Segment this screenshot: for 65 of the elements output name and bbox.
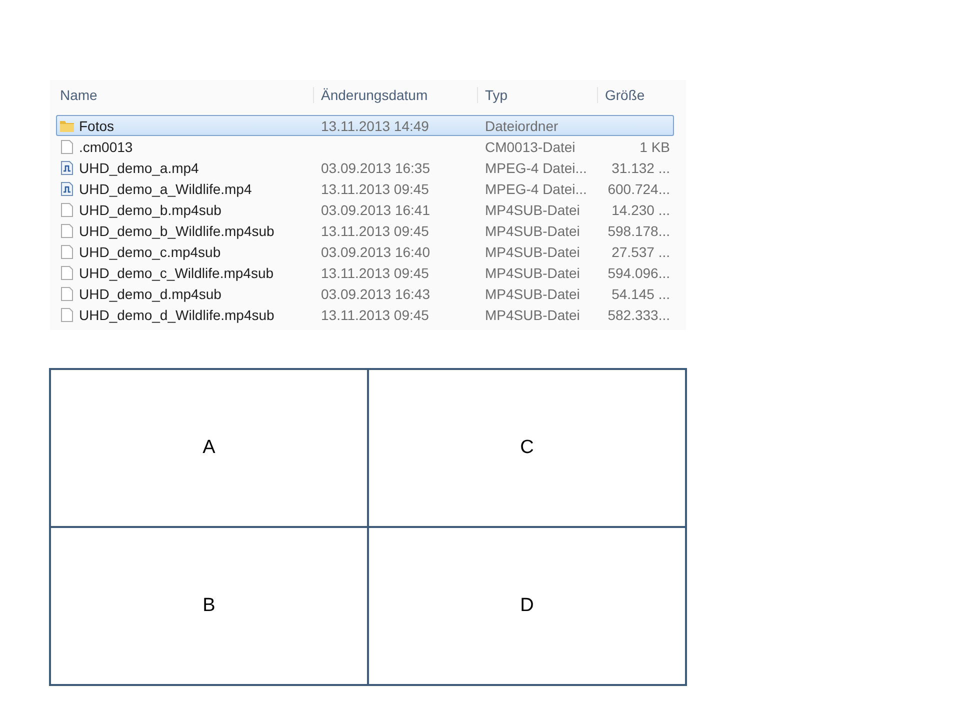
file-name: UHD_demo_a_Wildlife.mp4 bbox=[79, 180, 252, 196]
file-name: UHD_demo_a.mp4 bbox=[79, 160, 199, 176]
file-type: MP4SUB-Datei bbox=[484, 264, 581, 280]
file-name: UHD_demo_b.mp4sub bbox=[79, 202, 222, 218]
file-size: 54.145 ... bbox=[610, 286, 670, 302]
file-type: MP4SUB-Datei bbox=[484, 202, 581, 218]
file-name: UHD_demo_d.mp4sub bbox=[79, 286, 222, 302]
file-size: 27.537 ... bbox=[610, 244, 670, 260]
modified-date: 03.09.2013 16:40 bbox=[320, 244, 431, 260]
column-header[interactable]: Name bbox=[50, 87, 313, 103]
file-type: MP4SUB-Datei bbox=[484, 244, 581, 260]
file-row[interactable]: UHD_demo_a.mp4 03.09.2013 16:35 MPEG-4 Datei... 31.132 ... bbox=[56, 157, 674, 178]
media-file-icon bbox=[59, 160, 75, 176]
column-header[interactable]: Größe bbox=[597, 87, 677, 103]
modified-date: 03.09.2013 16:41 bbox=[320, 202, 431, 218]
file-name: UHD_demo_c.mp4sub bbox=[79, 244, 221, 260]
file-row[interactable]: Fotos 13.11.2013 14:49 Dateiordner bbox=[56, 115, 674, 136]
column-header[interactable]: Typ bbox=[477, 87, 597, 103]
file-row[interactable]: UHD_demo_a_Wildlife.mp4 13.11.2013 09:45 MPEG-4 Datei... 600.724... bbox=[56, 178, 674, 199]
file-icon bbox=[59, 222, 75, 238]
modified-date: 13.11.2013 09:45 bbox=[320, 264, 430, 280]
quadrant-label: C bbox=[520, 437, 534, 459]
file-type: MP4SUB-Datei bbox=[484, 306, 581, 322]
file-type: MP4SUB-Datei bbox=[484, 222, 581, 238]
file-size: 600.724... bbox=[606, 180, 670, 196]
file-size: 1 KB bbox=[638, 138, 670, 154]
file-row[interactable]: .cm0013 CM0013-Datei 1 KB bbox=[56, 136, 674, 157]
file-size: 14.230 ... bbox=[610, 202, 670, 218]
file-name: .cm0013 bbox=[79, 138, 133, 154]
file-row[interactable]: UHD_demo_c_Wildlife.mp4sub 13.11.2013 09:45 MP4SUB-Datei 594.096... bbox=[56, 262, 674, 283]
quadrant-label: A bbox=[202, 437, 216, 459]
file-type: CM0013-Datei bbox=[484, 138, 576, 154]
file-row[interactable]: UHD_demo_b.mp4sub 03.09.2013 16:41 MP4SUB-Datei 14.230 ... bbox=[56, 199, 674, 220]
file-icon bbox=[59, 306, 75, 322]
file-icon bbox=[59, 244, 75, 260]
modified-date: 03.09.2013 16:43 bbox=[320, 286, 431, 302]
file-row[interactable]: UHD_demo_c.mp4sub 03.09.2013 16:40 MP4SUB-Datei 27.537 ... bbox=[56, 241, 674, 262]
modified-date: 13.11.2013 09:45 bbox=[320, 306, 430, 322]
media-file-icon bbox=[59, 180, 75, 196]
file-size: 31.132 ... bbox=[610, 160, 670, 176]
file-name: UHD_demo_b_Wildlife.mp4sub bbox=[79, 222, 274, 238]
quadrant-label: B bbox=[202, 595, 216, 617]
file-icon bbox=[59, 138, 75, 154]
file-icon bbox=[59, 202, 75, 218]
file-size: 594.096... bbox=[606, 264, 670, 280]
file-type: MP4SUB-Datei bbox=[484, 286, 581, 302]
quadrant-label: D bbox=[520, 595, 534, 617]
file-row[interactable]: UHD_demo_d.mp4sub 03.09.2013 16:43 MP4SUB-Datei 54.145 ... bbox=[56, 283, 674, 304]
file-name: UHD_demo_d_Wildlife.mp4sub bbox=[79, 306, 274, 322]
file-type: MPEG-4 Datei... bbox=[484, 180, 588, 196]
file-row[interactable]: UHD_demo_d_Wildlife.mp4sub 13.11.2013 09:45 MP4SUB-Datei 582.333... bbox=[56, 304, 674, 325]
modified-date: 13.11.2013 09:45 bbox=[320, 180, 430, 196]
modified-date: 13.11.2013 09:45 bbox=[320, 222, 430, 238]
file-name: Fotos bbox=[79, 118, 114, 134]
modified-date: 03.09.2013 16:35 bbox=[320, 160, 431, 176]
file-icon bbox=[59, 286, 75, 302]
modified-date: 13.11.2013 14:49 bbox=[320, 118, 430, 134]
column-header[interactable]: Änderungsdatum bbox=[313, 87, 477, 103]
file-type: Dateiordner bbox=[484, 118, 560, 134]
file-size: 582.333... bbox=[606, 306, 670, 322]
file-name: UHD_demo_c_Wildlife.mp4sub bbox=[79, 264, 274, 280]
file-row[interactable]: UHD_demo_b_Wildlife.mp4sub 13.11.2013 09:45 MP4SUB-Datei 598.178... bbox=[56, 220, 674, 241]
file-type: MPEG-4 Datei... bbox=[484, 160, 588, 176]
file-icon bbox=[59, 264, 75, 280]
file-size: 598.178... bbox=[606, 222, 670, 238]
